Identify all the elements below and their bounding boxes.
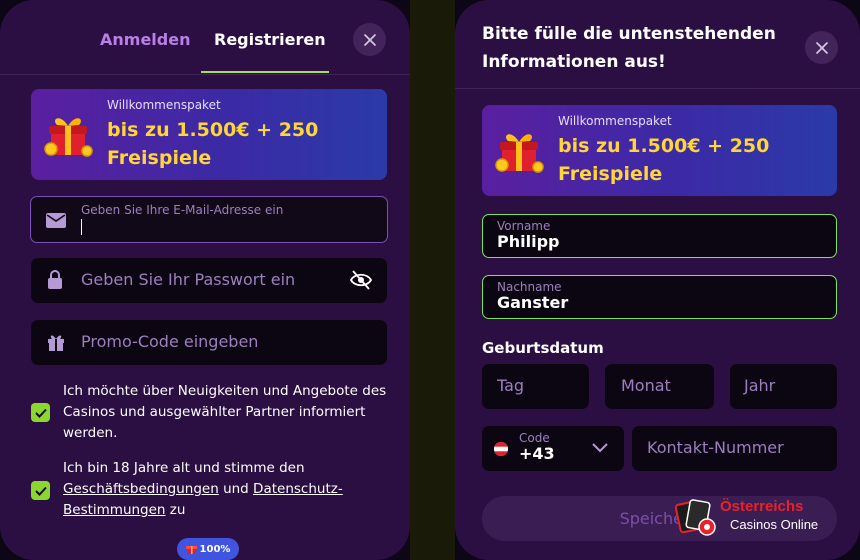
birth-day-field[interactable]: Tag	[482, 364, 589, 409]
birth-year-placeholder: Jahr	[744, 376, 776, 395]
watermark-title: Österreichs	[720, 498, 804, 515]
country-code-select[interactable]: Code +43	[482, 426, 624, 471]
birth-month-placeholder: Monat	[621, 376, 671, 395]
first-name-field[interactable]: Vorname Philipp	[482, 214, 837, 258]
tab-register[interactable]: Registrieren	[214, 30, 326, 49]
watermark-subtitle: Casinos Online	[730, 517, 819, 532]
active-tab-indicator	[201, 71, 329, 73]
last-name-field[interactable]: Nachname Ganster	[482, 275, 837, 319]
casino-cards-icon	[674, 499, 716, 536]
newsletter-consent-text: Ich möchte über Neuigkeiten und Angebote…	[63, 383, 387, 441]
promo-code-field[interactable]: Promo-Code eingeben	[31, 320, 387, 365]
present-icon	[48, 335, 64, 351]
birthdate-label: Geburtsdatum	[482, 339, 604, 357]
mail-icon	[46, 213, 66, 228]
email-field[interactable]: Geben Sie Ihre E-Mail-Adresse ein	[30, 196, 388, 243]
background-strip-left	[410, 0, 455, 560]
promo-line-2: Freispiele	[558, 163, 663, 185]
promo-line-1: bis zu 1.500€ + 250	[107, 119, 319, 141]
terms-and: und	[223, 481, 249, 497]
phone-number-field[interactable]: Kontakt-Nummer	[632, 426, 837, 471]
terms-suffix: zu	[169, 502, 186, 518]
title-line-2: Informationen aus!	[482, 52, 666, 72]
terms-link[interactable]: Geschäftsbedingungen	[63, 481, 219, 497]
chevron-down-icon	[592, 443, 608, 453]
password-field[interactable]: Geben Sie Ihr Passwort ein	[31, 258, 387, 303]
birth-day-placeholder: Tag	[497, 376, 525, 395]
check-icon	[34, 486, 47, 496]
code-value: +43	[519, 444, 555, 463]
login-register-panel: Anmelden Registrieren Willkommenspaket b…	[0, 0, 410, 560]
check-icon	[34, 408, 47, 418]
lock-icon	[48, 270, 62, 289]
close-icon	[815, 41, 828, 54]
promo-line-2: Freispiele	[107, 147, 212, 169]
welcome-promo-banner: Willkommenspaket bis zu 1.500€ + 250 Fre…	[31, 89, 387, 180]
promo-label: Willkommenspaket	[558, 114, 672, 128]
header-divider	[0, 74, 410, 75]
birth-year-field[interactable]: Jahr	[730, 364, 837, 409]
page-title: Bitte fülle die untenstehenden Informati…	[482, 20, 776, 76]
gift-icon	[44, 118, 93, 157]
terms-consent-text: Ich bin 18 Jahre alt und stimme den Gesc…	[63, 458, 388, 521]
close-icon	[363, 33, 376, 46]
title-line-1: Bitte fülle die untenstehenden	[482, 24, 776, 44]
promo-label: Willkommenspaket	[107, 98, 221, 112]
last-name-value: Ganster	[497, 293, 569, 312]
terms-prefix: Ich bin 18 Jahre alt und stimme den	[63, 460, 305, 476]
first-name-value: Philipp	[497, 232, 560, 251]
first-name-label: Vorname	[497, 219, 551, 233]
last-name-label: Nachname	[497, 280, 562, 294]
header-divider	[455, 88, 860, 89]
text-cursor	[81, 219, 82, 235]
promo-headline: bis zu 1.500€ + 250 Freispiele	[558, 132, 769, 188]
email-placeholder: Geben Sie Ihre E-Mail-Adresse ein	[81, 203, 284, 217]
promo-headline: bis zu 1.500€ + 250 Freispiele	[107, 116, 318, 172]
gift-icon	[185, 545, 197, 554]
eye-off-icon[interactable]	[349, 269, 373, 291]
promo-code-placeholder: Promo-Code eingeben	[81, 332, 259, 351]
progress-badge: 100%	[177, 538, 239, 560]
welcome-promo-banner: Willkommenspaket bis zu 1.500€ + 250 Fre…	[482, 105, 837, 196]
birth-month-field[interactable]: Monat	[605, 364, 714, 409]
tab-login[interactable]: Anmelden	[100, 30, 190, 49]
close-button[interactable]	[353, 23, 386, 56]
close-button[interactable]	[805, 31, 838, 64]
newsletter-checkbox[interactable]	[31, 403, 50, 422]
promo-line-1: bis zu 1.500€ + 250	[558, 135, 770, 157]
gift-icon	[495, 134, 544, 173]
code-label: Code	[519, 431, 550, 445]
austria-flag-icon	[494, 442, 508, 456]
progress-value: 100%	[199, 543, 231, 555]
password-placeholder: Geben Sie Ihr Passwort ein	[81, 270, 296, 289]
phone-number-placeholder: Kontakt-Nummer	[647, 438, 784, 457]
terms-checkbox[interactable]	[31, 481, 50, 500]
watermark-logo: Österreichs Casinos Online	[668, 495, 828, 539]
